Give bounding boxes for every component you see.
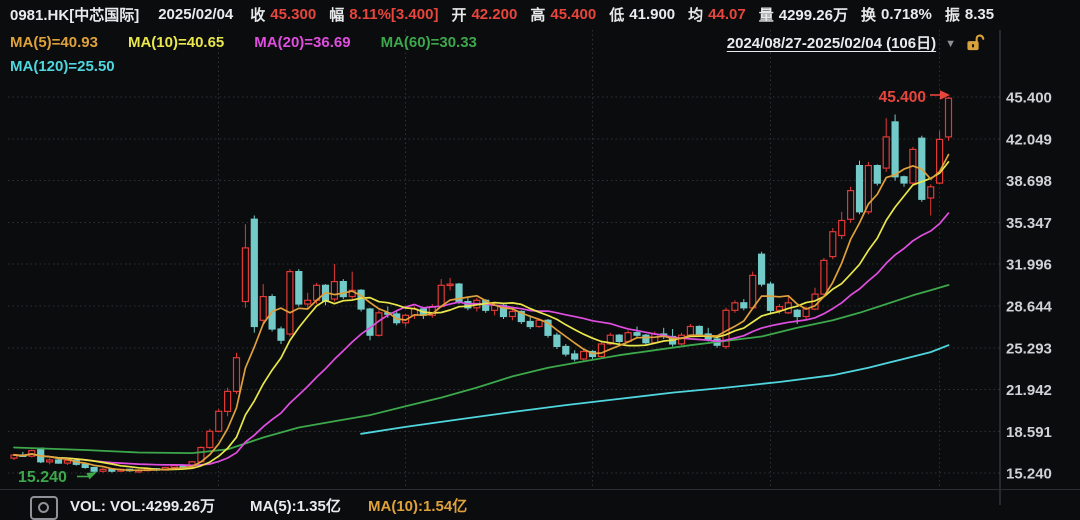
date-range-block: 2024/08/27-2025/02/04 (106日) ▼: [727, 32, 986, 53]
candlestick-chart[interactable]: 45.400 15.240 45.400 42.049 38.698 35.347 31.9…: [0, 0, 1080, 505]
quote-field-open: 开 42.200: [451, 6, 518, 24]
y-axis-tick: 18.591: [1006, 424, 1052, 441]
vol-value-label: VOL: VOL:4299.26万: [70, 498, 216, 515]
magnifier-icon[interactable]: [30, 496, 58, 520]
quote-field-volume: 量 4299.26万: [758, 7, 848, 24]
date-range-selector[interactable]: 2024/08/27-2025/02/04 (106日): [727, 32, 936, 53]
ma10-label: MA(10)=40.65: [127, 34, 225, 51]
ma60-label: MA(60)=30.33: [380, 34, 477, 51]
ma5-label: MA(5)=40.93: [10, 34, 98, 51]
pane-divider: [0, 489, 1080, 490]
y-axis-tick: 31.996: [1006, 257, 1052, 274]
ma120-legend-row: MA(120)=25.50: [10, 58, 115, 75]
ma20-label: MA(20)=36.69: [254, 34, 351, 51]
vol-ma10-label: MA(10):1.54亿: [368, 498, 468, 515]
quote-field-turnover: 换 0.718%: [860, 6, 932, 24]
low-price-annotation: 15.240: [18, 469, 67, 486]
y-axis-tick: 35.347: [1006, 215, 1052, 232]
quote-date: 2025/02/04: [158, 6, 234, 23]
y-axis-tick: 25.293: [1006, 340, 1052, 357]
y-axis-tick: 42.049: [1006, 131, 1052, 148]
y-axis-tick: 38.698: [1006, 173, 1052, 190]
high-price-annotation: 45.400: [879, 89, 926, 106]
y-axis-tick: 21.942: [1006, 382, 1052, 399]
ma-legend-row: MA(5)=40.93 MA(10)=40.65 MA(20)=36.69 MA…: [10, 32, 1080, 53]
quote-field-avg: 均 44.07: [688, 6, 746, 24]
quote-field-close: 收 45.300: [250, 6, 317, 24]
y-axis-tick: 28.644: [1006, 299, 1053, 316]
ma120-label: MA(120)=25.50: [10, 58, 115, 75]
y-axis-tick: 45.400: [1006, 90, 1052, 107]
symbol-name[interactable]: 0981.HK[中芯国际]: [10, 4, 139, 25]
unlock-icon[interactable]: [965, 33, 986, 52]
vol-ma5-label: MA(5):1.35亿: [250, 498, 341, 515]
chevron-down-icon[interactable]: ▼: [945, 38, 956, 50]
volume-indicator-row[interactable]: VOL: VOL:4299.26万 MA(5):1.35亿 MA(10):1.5…: [0, 492, 1080, 520]
quote-header: 0981.HK[中芯国际] 2025/02/04 收 45.300 幅 8.11%[…: [10, 4, 1007, 25]
quote-field-high: 高 45.400: [530, 6, 597, 24]
quote-field-low: 低 41.900: [609, 6, 676, 24]
y-axis-tick: 15.240: [1006, 466, 1052, 483]
quote-field-amplitude: 振 8.35: [944, 6, 995, 24]
quote-field-change: 幅 8.11%[3.400]: [329, 6, 439, 24]
